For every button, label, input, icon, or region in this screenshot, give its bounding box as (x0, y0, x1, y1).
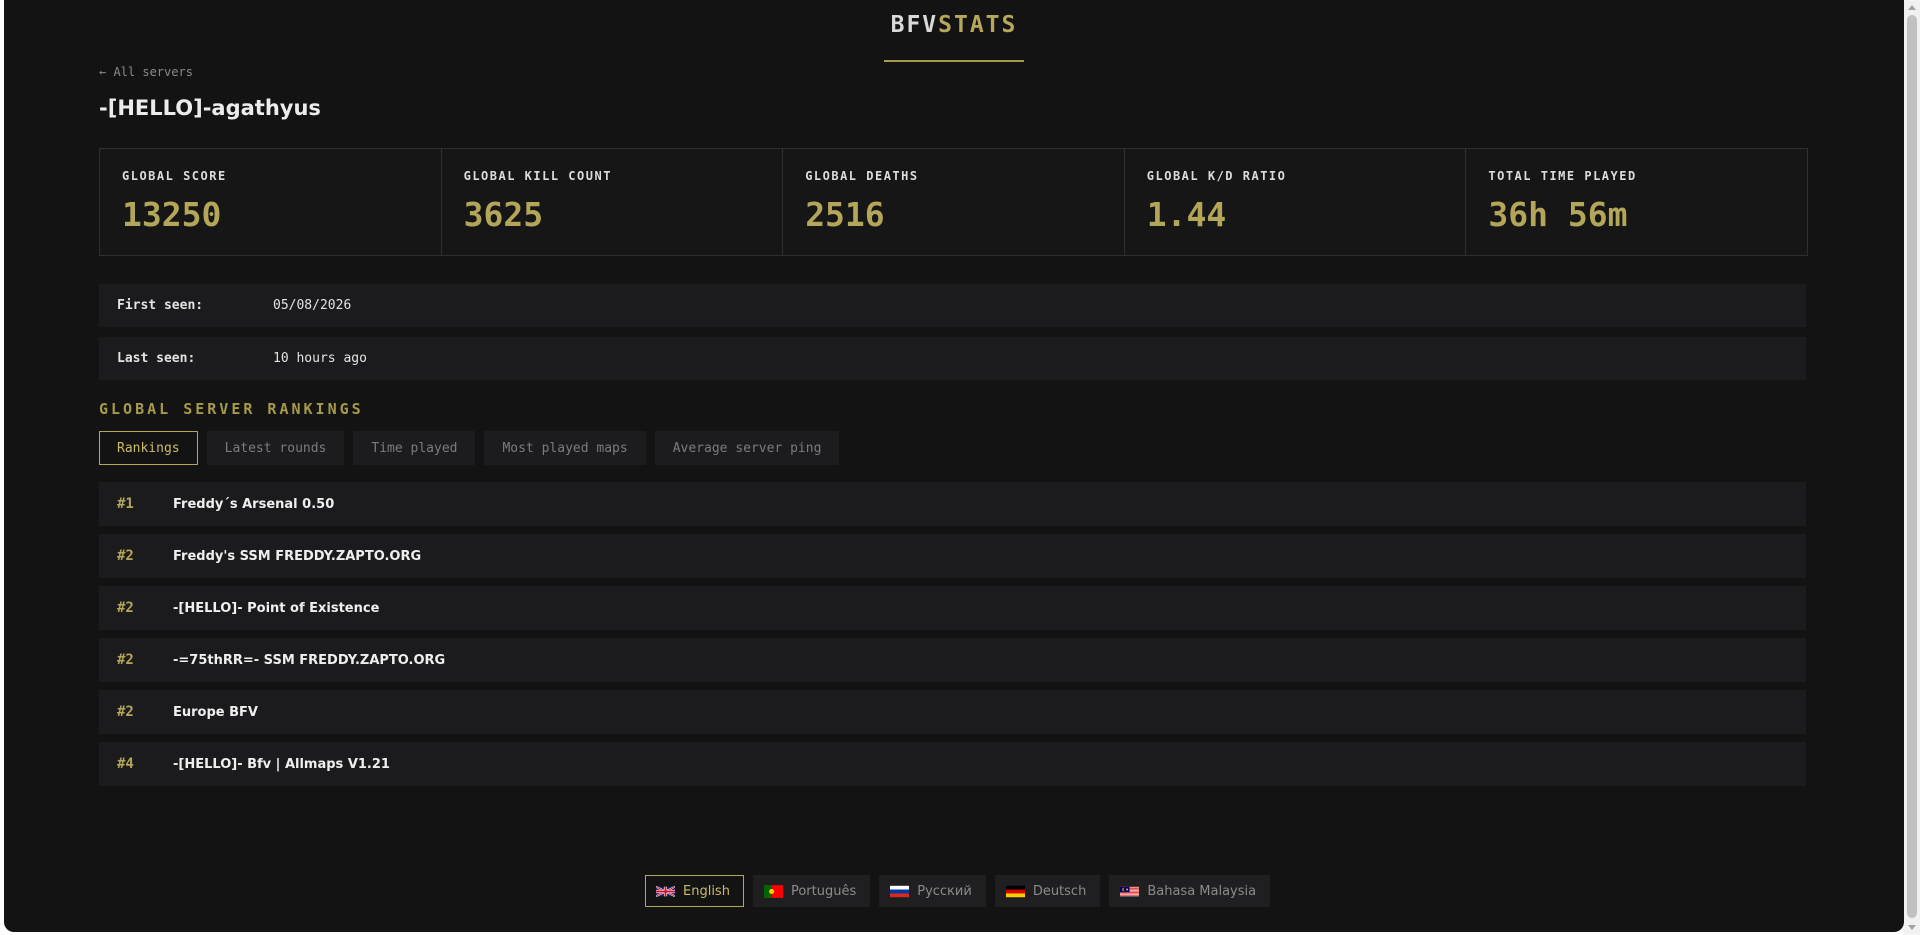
ranking-position: #1 (117, 496, 134, 512)
ranking-position: #2 (117, 704, 134, 720)
scroll-down-arrow-icon[interactable] (1908, 925, 1916, 930)
ranking-server-name: -[HELLO]- Bfv | Allmaps V1.21 (173, 756, 390, 772)
language-label: Bahasa Malaysia (1147, 883, 1257, 899)
portugal-flag-icon (763, 884, 783, 898)
ranking-position: #2 (117, 600, 134, 616)
tab-most-played-maps[interactable]: Most played maps (484, 431, 646, 465)
ranking-row[interactable]: #2 -=75thRR=- SSM FREDDY.ZAPTO.ORG (99, 638, 1806, 682)
ranking-position: #4 (117, 756, 134, 772)
ranking-server-name: -[HELLO]- Point of Existence (173, 600, 380, 616)
ranking-row[interactable]: #2 -[HELLO]- Point of Existence (99, 586, 1806, 630)
language-russian-button[interactable]: Русский (879, 875, 986, 907)
stat-label: GLOBAL KILL COUNT (463, 169, 612, 183)
language-malay-button[interactable]: Bahasa Malaysia (1109, 875, 1271, 907)
ranking-server-name: Europe BFV (173, 704, 258, 720)
last-seen-label: Last seen: (117, 351, 196, 366)
first-seen-label: First seen: (117, 298, 204, 313)
ranking-server-name: -=75thRR=- SSM FREDDY.ZAPTO.ORG (173, 652, 446, 668)
tab-rankings[interactable]: Rankings (99, 431, 198, 465)
stat-total-time-played: TOTAL TIME PLAYED 36h 56m (1466, 149, 1807, 255)
page: BFVSTATS ← All servers -[HELLO]-agathyus… (4, 0, 1904, 932)
rankings-tabs: Rankings Latest rounds Time played Most … (99, 431, 840, 465)
ranking-server-name: Freddy´s Arsenal 0.50 (173, 496, 335, 512)
tab-average-server-ping[interactable]: Average server ping (654, 431, 840, 465)
player-name: -[HELLO]-agathyus (99, 96, 321, 120)
language-switcher: English Português Русский Deutsch Bahasa… (645, 875, 1271, 907)
language-label: English (683, 883, 730, 899)
logo-part-bfv: BFV (890, 12, 939, 38)
section-title: GLOBAL SERVER RANKINGS (99, 400, 364, 418)
stat-label: TOTAL TIME PLAYED (1488, 169, 1637, 183)
first-seen-value: 05/08/2026 (273, 298, 352, 313)
ranking-position: #2 (117, 652, 134, 668)
stat-value: 13250 (122, 195, 222, 234)
stat-value: 3625 (463, 195, 544, 234)
tab-latest-rounds[interactable]: Latest rounds (206, 431, 345, 465)
logo-part-stats: STATS (938, 12, 1018, 38)
last-seen-value: 10 hours ago (273, 351, 367, 366)
germany-flag-icon (1005, 885, 1025, 897)
language-english-button[interactable]: English (645, 875, 744, 907)
last-seen-row: Last seen: 10 hours ago (99, 337, 1806, 380)
stat-value: 36h 56m (1488, 195, 1628, 234)
page-scrollbar[interactable] (1904, 0, 1920, 935)
tab-time-played[interactable]: Time played (353, 431, 476, 465)
language-label: Deutsch (1032, 883, 1087, 899)
stat-value: 1.44 (1146, 195, 1227, 234)
stat-global-kill-count: GLOBAL KILL COUNT 3625 (442, 149, 784, 255)
language-label: Português (790, 883, 857, 899)
ranking-row[interactable]: #4 -[HELLO]- Bfv | Allmaps V1.21 (99, 742, 1806, 786)
ranking-row[interactable]: #1 Freddy´s Arsenal 0.50 (99, 482, 1806, 526)
russia-flag-icon (890, 885, 910, 897)
scroll-up-arrow-icon[interactable] (1908, 5, 1916, 10)
ranking-server-name: Freddy's SSM FREDDY.ZAPTO.ORG (173, 548, 422, 564)
back-to-servers-link[interactable]: ← All servers (99, 65, 193, 79)
ranking-row[interactable]: #2 Europe BFV (99, 690, 1806, 734)
malaysia-flag-icon (1120, 886, 1140, 896)
stat-global-kd-ratio: GLOBAL K/D RATIO 1.44 (1125, 149, 1467, 255)
stat-global-deaths: GLOBAL DEATHS 2516 (783, 149, 1125, 255)
scrollbar-thumb[interactable] (1907, 15, 1917, 918)
language-label: Русский (917, 883, 972, 899)
first-seen-row: First seen: 05/08/2026 (99, 284, 1806, 327)
ranking-position: #2 (117, 548, 134, 564)
uk-flag-icon (656, 885, 675, 897)
stat-label: GLOBAL K/D RATIO (1146, 169, 1287, 183)
language-german-button[interactable]: Deutsch (994, 875, 1101, 907)
ranking-row[interactable]: #2 Freddy's SSM FREDDY.ZAPTO.ORG (99, 534, 1806, 578)
stats-panel: GLOBAL SCORE 13250 GLOBAL KILL COUNT 362… (99, 148, 1808, 256)
stat-label: GLOBAL SCORE (122, 169, 227, 183)
stat-value: 2516 (805, 195, 885, 234)
site-logo[interactable]: BFVSTATS (884, 0, 1024, 62)
stat-global-score: GLOBAL SCORE 13250 (100, 149, 442, 255)
stat-label: GLOBAL DEATHS (805, 169, 919, 183)
language-portuguese-button[interactable]: Português (752, 875, 871, 907)
